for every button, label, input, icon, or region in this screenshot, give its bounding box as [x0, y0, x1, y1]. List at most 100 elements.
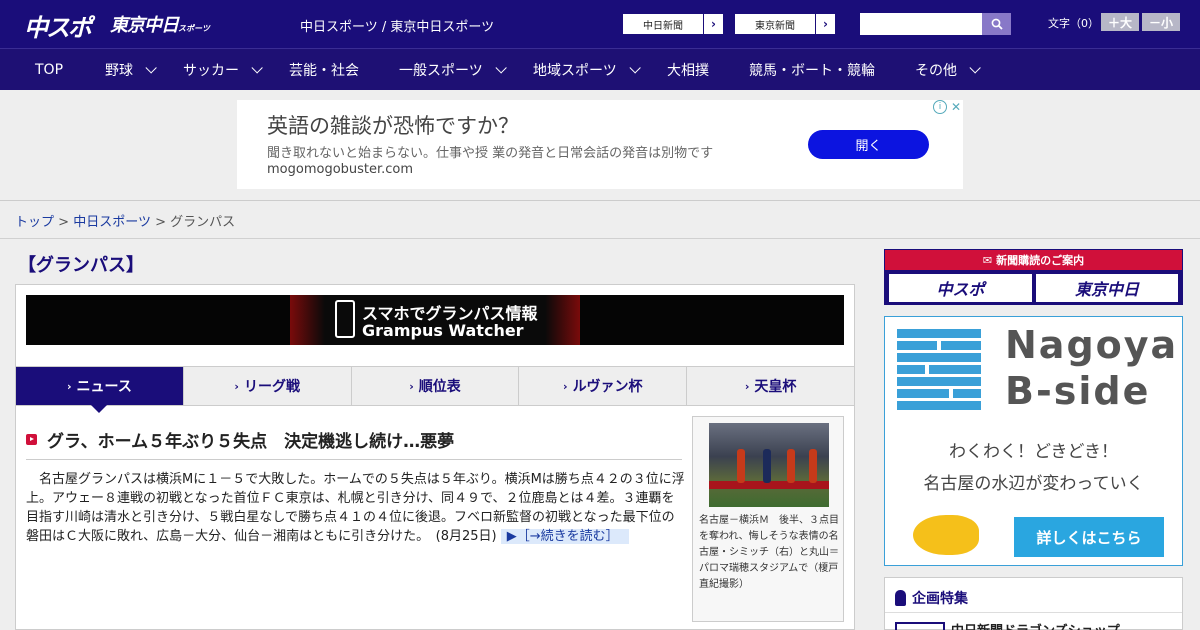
- feature-thumbnail[interactable]: [895, 622, 945, 630]
- nav-item-general-sports[interactable]: 一般スポーツ: [399, 49, 507, 90]
- feature-box: 企画特集 中日新聞ドラゴンズショップ: [884, 577, 1183, 630]
- player-figure: [787, 449, 795, 483]
- tab-levain-cup[interactable]: › ルヴァン杯: [519, 367, 688, 405]
- tab-label: リーグ戦: [243, 379, 300, 395]
- nav-label: 地域スポーツ: [533, 62, 617, 79]
- subscription-heading-text: 新聞購読のご案内: [996, 254, 1085, 267]
- divider: [26, 459, 682, 460]
- font-larger-button[interactable]: ＋大: [1101, 13, 1139, 31]
- category-tabs: › ニュース › リーグ戦 › 順位表 › ルヴァン杯 › 天皇杯: [16, 366, 854, 413]
- chuspo-logo[interactable]: 中スポ: [24, 8, 100, 42]
- main-nav: TOP 野球 サッカー 芸能・社会 一般スポーツ 地域スポーツ 大相撲 競馬・ボ…: [0, 48, 1200, 90]
- bside-title-line1: Nagoya: [1005, 323, 1179, 367]
- nagoya-bside-ad[interactable]: Nagoya B-side わくわく！どきどき！ 名古屋の水辺が変わっていく 詳…: [884, 316, 1183, 566]
- chevron-down-icon: [145, 61, 157, 74]
- nav-label: その他: [915, 62, 957, 79]
- divider: [0, 238, 1200, 239]
- feature-item-link[interactable]: 中日新聞ドラゴンズショップ: [951, 620, 1120, 630]
- nav-label: 芸能・社会: [289, 62, 359, 79]
- watcher-banner-art: スマホでグランパス情報 Grampus Watcher: [290, 295, 580, 345]
- feature-heading-text: 企画特集: [912, 591, 968, 607]
- breadcrumb-top[interactable]: トップ: [15, 215, 54, 230]
- watcher-banner-line2: Grampus Watcher: [362, 321, 524, 340]
- article-headline[interactable]: グラ、ホーム５年ぶり５失点 決定機逃し続け…悪夢: [26, 427, 454, 452]
- content-panel: スマホでグランパス情報 Grampus Watcher › ニュース › リーグ戦 …: [15, 284, 855, 630]
- player-figure: [809, 449, 817, 483]
- bside-details-button[interactable]: 詳しくはこちら: [1014, 517, 1164, 557]
- read-more-link[interactable]: ▶［→続きを読む］: [500, 529, 629, 544]
- match-photo: [709, 423, 829, 507]
- chevron-down-icon: [969, 61, 981, 74]
- grampus-watcher-banner[interactable]: スマホでグランパス情報 Grampus Watcher: [26, 295, 844, 345]
- nav-item-sumo[interactable]: 大相撲: [667, 49, 709, 90]
- chevron-down-icon: [629, 61, 641, 74]
- tab-standings[interactable]: › 順位表: [351, 367, 520, 405]
- site-title: 中日スポーツ / 東京中日スポーツ: [300, 20, 495, 35]
- smartphone-icon: [335, 300, 355, 338]
- tokyo-shimbun-link[interactable]: 東京新聞 ›: [734, 13, 836, 35]
- chunichi-shimbun-link[interactable]: 中日新聞 ›: [622, 13, 724, 35]
- chevron-right-icon: ›: [744, 379, 750, 393]
- nav-item-racing[interactable]: 競馬・ボート・競輪: [749, 49, 875, 90]
- top-header: 中スポ 東京中日スポーツ 中日スポーツ / 東京中日スポーツ 中日新聞 › 東京…: [0, 0, 1200, 48]
- medal-icon: [895, 590, 906, 606]
- ad-open-button[interactable]: 開く: [808, 130, 929, 159]
- tab-news[interactable]: › ニュース: [16, 367, 184, 413]
- font-smaller-button[interactable]: －小: [1142, 13, 1180, 31]
- tab-league[interactable]: › リーグ戦: [183, 367, 352, 405]
- nav-label: 大相撲: [667, 62, 709, 79]
- tab-emperors-cup[interactable]: › 天皇杯: [687, 367, 854, 405]
- tokyo-chunichi-logo[interactable]: 東京中日スポーツ: [110, 11, 210, 39]
- photo-caption: 名古屋－横浜Ｍ 後半、３点目を奪われ、悔しそうな表情の名古屋・シミッチ（右）と丸…: [699, 515, 839, 590]
- breadcrumb-separator: >: [58, 215, 70, 230]
- nav-label: TOP: [35, 61, 64, 78]
- ad-area: 英語の雑談が恐怖ですか？ 聞き取れないと始まらない。仕事や授 業の発音と日常会話…: [0, 90, 1200, 201]
- tab-label: 順位表: [418, 379, 461, 395]
- page-title: 【グランパス】: [18, 255, 144, 276]
- ad-description: 聞き取れないと始まらない。仕事や授 業の発音と日常会話の発音は別物です: [267, 146, 714, 161]
- nav-item-local-sports[interactable]: 地域スポーツ: [533, 49, 641, 90]
- tab-label: ルヴァン杯: [572, 379, 643, 395]
- feature-heading: 企画特集: [895, 588, 968, 608]
- player-figure: [737, 449, 745, 483]
- chevron-down-icon: [495, 61, 507, 74]
- article-body: 名古屋グランパスは横浜Mに１－５で大敗した。ホームでの５失点は５年ぶり。横浜Mは…: [26, 470, 686, 546]
- search-button[interactable]: [982, 13, 1011, 35]
- search-icon: [991, 18, 1003, 30]
- nav-item-other[interactable]: その他: [915, 49, 981, 90]
- article-photo[interactable]: 名古屋－横浜Ｍ 後半、３点目を奪われ、悔しそうな表情の名古屋・シミッチ（右）と丸…: [692, 416, 844, 622]
- chevron-right-icon: ›: [66, 379, 72, 393]
- subscribe-chuspo-link[interactable]: 中スポ: [889, 274, 1032, 302]
- tokyo-logo-text: 東京中日: [110, 15, 179, 36]
- bside-copy-line2: 名古屋の水辺が変わっていく: [923, 474, 1144, 494]
- bside-title-line2: B-side: [1005, 369, 1151, 413]
- chevron-right-icon: ›: [815, 14, 835, 34]
- nav-item-soccer[interactable]: サッカー: [183, 49, 263, 90]
- close-icon[interactable]: ✕: [949, 100, 963, 114]
- ad-url[interactable]: mogomogobuster.com: [267, 162, 413, 177]
- nav-item-baseball[interactable]: 野球: [105, 49, 157, 90]
- breadcrumb: トップ > 中日スポーツ > グランパス: [15, 211, 235, 230]
- breadcrumb-chunichi-sports[interactable]: 中日スポーツ: [73, 215, 151, 230]
- chevron-right-icon: ›: [703, 14, 723, 34]
- divider: [885, 612, 1182, 613]
- subscription-box: ✉ 新聞購読のご案内 中スポ 東京中日: [884, 249, 1183, 305]
- nav-item-entertainment[interactable]: 芸能・社会: [289, 49, 359, 90]
- ad-title[interactable]: 英語の雑談が恐怖ですか？: [267, 110, 519, 140]
- nav-label: 競馬・ボート・競輪: [749, 62, 875, 79]
- ad-banner[interactable]: 英語の雑談が恐怖ですか？ 聞き取れないと始まらない。仕事や授 業の発音と日常会話…: [237, 100, 963, 189]
- player-figure: [763, 449, 771, 483]
- breadcrumb-separator: >: [155, 215, 166, 230]
- nav-item-top[interactable]: TOP: [35, 49, 63, 90]
- info-icon[interactable]: i: [933, 100, 947, 114]
- chevron-down-icon: [251, 61, 263, 74]
- breadcrumb-current: グランパス: [170, 215, 236, 230]
- chevron-right-icon: ›: [409, 379, 414, 393]
- subscribe-tokyo-chunichi-link[interactable]: 東京中日: [1036, 274, 1178, 302]
- article-headline-text: グラ、ホーム５年ぶり５失点 決定機逃し続け…悪夢: [47, 432, 455, 452]
- bside-copy-line1: わくわく！どきどき！: [949, 442, 1118, 462]
- search-input[interactable]: [860, 13, 982, 35]
- article-bullet-icon: [26, 434, 37, 445]
- nav-label: 野球: [105, 62, 133, 79]
- nav-label: サッカー: [183, 62, 239, 79]
